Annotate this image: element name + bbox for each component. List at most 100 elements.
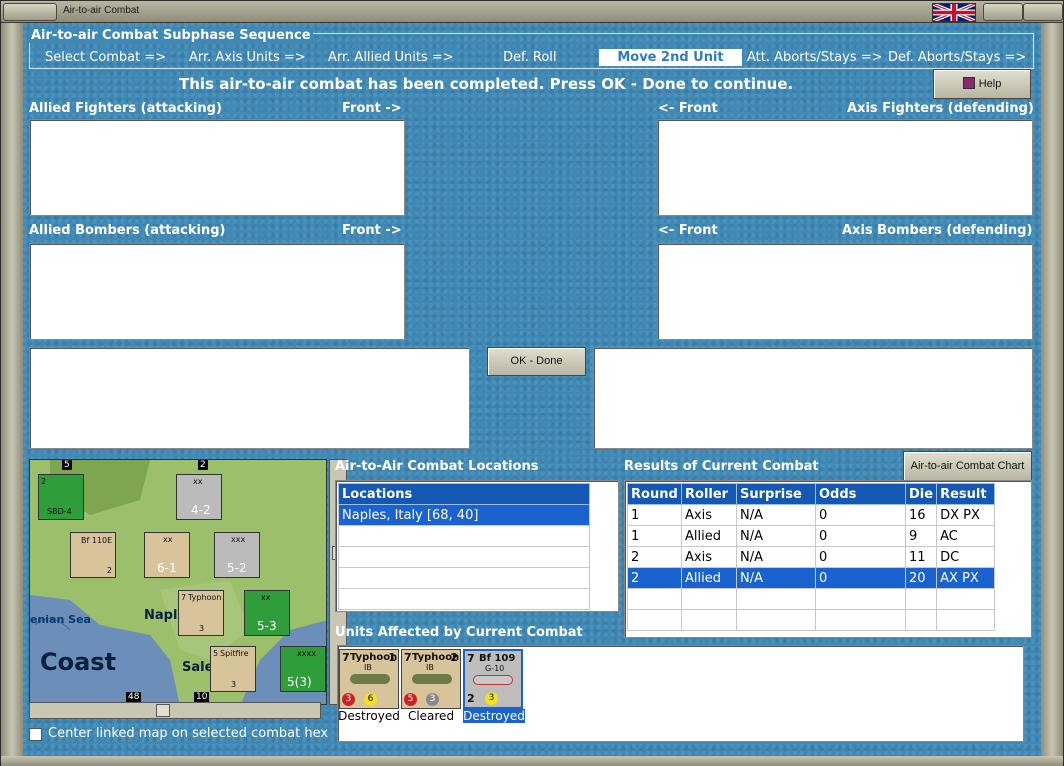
location-row[interactable] bbox=[338, 546, 590, 568]
window-title: Air-to-air Combat bbox=[63, 5, 140, 16]
counter-bottom-value: 4-2 bbox=[191, 503, 211, 517]
map-label-city-2: Sale bbox=[182, 660, 214, 675]
close-button[interactable] bbox=[1023, 3, 1063, 21]
unit-red-value: 5 bbox=[404, 693, 417, 706]
allied-bombers-box[interactable] bbox=[29, 243, 405, 340]
counter-name: xx bbox=[261, 593, 271, 602]
result-cell bbox=[904, 609, 938, 631]
axis-fighters-box[interactable] bbox=[657, 119, 1033, 216]
location-row[interactable] bbox=[338, 588, 590, 610]
location-cell bbox=[338, 525, 590, 547]
location-row[interactable] bbox=[338, 525, 590, 547]
result-cell bbox=[627, 588, 682, 610]
map-counter[interactable]: xx 4-2 bbox=[176, 474, 222, 520]
location-row[interactable] bbox=[338, 567, 590, 589]
allied-fighters-label: Allied Fighters (attacking) bbox=[29, 101, 222, 116]
step-attacker-aborts: Att. Aborts/Stays => bbox=[747, 50, 883, 65]
map-counter[interactable]: xxxx 5(3) bbox=[280, 646, 326, 692]
counter-name: Typhoon bbox=[188, 593, 222, 602]
left-frame bbox=[1, 23, 23, 763]
unit-status-2: Cleared bbox=[407, 709, 455, 723]
map-counter[interactable]: 7 Typhoon 3 bbox=[178, 590, 224, 636]
location-cell bbox=[338, 588, 590, 610]
ok-done-button[interactable]: OK - Done bbox=[487, 347, 586, 376]
result-cell: 0 bbox=[815, 525, 906, 547]
results-header-odds: Odds bbox=[815, 483, 906, 505]
result-cell: Axis bbox=[681, 504, 737, 526]
result-row[interactable] bbox=[627, 609, 996, 631]
map-label-city-1: Napl bbox=[144, 608, 178, 623]
help-button-label: Help bbox=[978, 78, 1002, 90]
bottom-frame bbox=[1, 756, 1063, 766]
result-row[interactable] bbox=[627, 588, 996, 610]
unit-left-top: 7 bbox=[342, 651, 350, 664]
allied-fighters-front-label: Front -> bbox=[342, 101, 402, 116]
result-cell bbox=[815, 588, 906, 610]
results-header-result: Result bbox=[936, 483, 996, 505]
map-counter[interactable]: xx 5-3 bbox=[244, 590, 290, 636]
center-map-checkbox-label[interactable]: Center linked map on selected combat hex bbox=[48, 726, 328, 741]
counter-name: xxx bbox=[231, 535, 246, 544]
counter-bottom-value: 5(3) bbox=[287, 675, 312, 689]
unit-card-typhoon-2[interactable]: 7 Typhoon 2 IB 5 3 bbox=[401, 649, 461, 709]
air-combat-chart-button[interactable]: Air-to-air Combat Chart bbox=[903, 451, 1032, 481]
unit-subtype: G-10 bbox=[485, 664, 505, 673]
result-cell bbox=[681, 588, 737, 610]
map-number: 10 bbox=[194, 692, 210, 702]
map-number: 2 bbox=[198, 460, 208, 470]
unit-yellow-value: 3 bbox=[485, 692, 498, 705]
result-cell: N/A bbox=[736, 567, 816, 589]
counter-name: xx bbox=[163, 535, 173, 544]
result-row[interactable]: 2 Allied N/A 0 20 AX PX bbox=[627, 567, 996, 589]
unit-card-bf109[interactable]: 7 Bf 109 G-10 2 3 bbox=[463, 649, 523, 709]
location-cell: Naples, Italy [68, 40] bbox=[338, 504, 590, 526]
location-cell bbox=[338, 567, 590, 589]
result-row[interactable]: 1 Allied N/A 0 9 AC bbox=[627, 525, 996, 547]
result-cell bbox=[627, 609, 682, 631]
counter-name: xxxx bbox=[297, 649, 316, 658]
allied-message-box bbox=[29, 347, 470, 449]
step-arrange-axis: Arr. Axis Units => bbox=[189, 50, 306, 65]
minimize-button[interactable] bbox=[983, 3, 1023, 21]
map-horizontal-scrollbar[interactable] bbox=[29, 702, 321, 719]
axis-bombers-box[interactable] bbox=[657, 243, 1033, 340]
counter-name: Spitfire bbox=[220, 649, 249, 658]
result-cell: N/A bbox=[736, 525, 816, 547]
map-counter[interactable]: 2 SBD-4 bbox=[38, 474, 84, 520]
unit-right-top: 1 bbox=[388, 651, 396, 664]
step-defender-aborts: Def. Aborts/Stays => bbox=[888, 50, 1027, 65]
result-cell: AX PX bbox=[936, 567, 996, 589]
map-counter[interactable]: xxx 5-2 bbox=[214, 532, 260, 578]
result-cell: N/A bbox=[736, 504, 816, 526]
linked-map[interactable]: enian Sea Coast Napl Sale 2 SBD-4 Bf 110… bbox=[29, 459, 327, 705]
center-map-checkbox[interactable] bbox=[29, 728, 42, 741]
help-button[interactable]: Help bbox=[933, 69, 1031, 99]
title-bar[interactable]: Air-to-air Combat bbox=[1, 1, 1063, 23]
location-row[interactable]: Naples, Italy [68, 40] bbox=[338, 504, 590, 526]
unit-red-value: 2 bbox=[467, 692, 475, 705]
unit-card-typhoon-1[interactable]: 7 Typhoon 1 IB 3 6 bbox=[339, 649, 399, 709]
result-cell: 0 bbox=[815, 567, 906, 589]
map-counter[interactable]: 5 Spitfire 3 bbox=[210, 646, 256, 692]
scroll-thumb[interactable] bbox=[156, 704, 170, 717]
aircraft-icon bbox=[473, 675, 513, 685]
unit-subtype: IB bbox=[426, 663, 434, 672]
step-arrange-allied: Arr. Allied Units => bbox=[328, 50, 454, 65]
map-counter[interactable]: Bf 110E 2 bbox=[70, 532, 116, 578]
results-list[interactable]: Round Roller Surprise Odds Die Result 1A… bbox=[624, 480, 1032, 638]
map-number: 48 bbox=[126, 692, 142, 702]
result-row[interactable]: 2 Axis N/A 0 11 DC bbox=[627, 546, 996, 568]
counter-bottom-value: 3 bbox=[231, 680, 237, 689]
system-menu-button[interactable] bbox=[3, 3, 57, 21]
axis-message-box bbox=[593, 347, 1033, 449]
result-row[interactable]: 1 Axis N/A 0 16 DX PX bbox=[627, 504, 996, 526]
map-counter[interactable]: xx 6-1 bbox=[144, 532, 190, 578]
unit-right-top: 2 bbox=[450, 651, 458, 664]
aircraft-icon bbox=[350, 674, 390, 684]
result-cell: DX PX bbox=[936, 504, 996, 526]
counter-bottom-value: 6-1 bbox=[157, 561, 177, 575]
locations-list[interactable]: Locations Naples, Italy [68, 40] bbox=[335, 480, 619, 612]
results-header-surprise: Surprise bbox=[736, 483, 816, 505]
allied-fighters-box[interactable] bbox=[29, 119, 405, 216]
counter-bottom-value: 5-2 bbox=[227, 561, 247, 575]
